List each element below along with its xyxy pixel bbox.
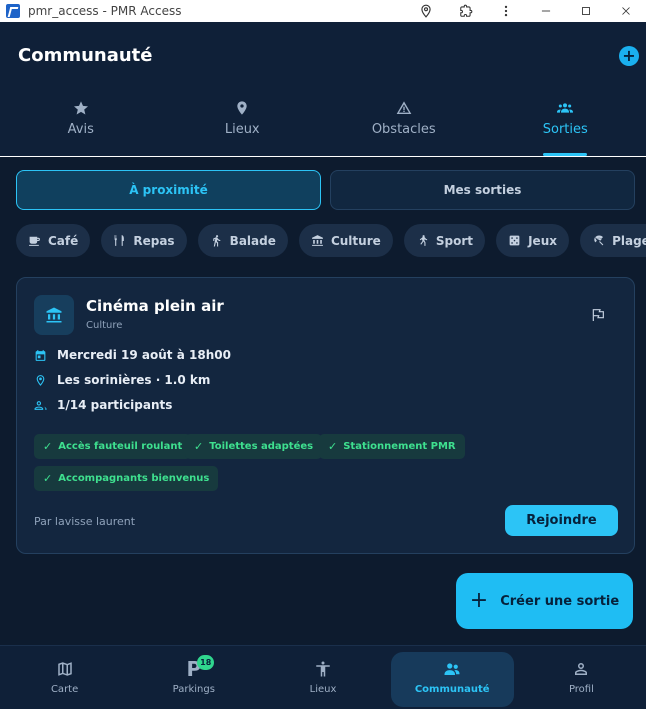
accessibility-icon bbox=[316, 661, 330, 677]
page-title: Communauté bbox=[18, 45, 153, 66]
accessibility-badge: ✓ Stationnement PMR bbox=[319, 434, 465, 459]
tab-lieux[interactable]: Lieux bbox=[162, 94, 324, 156]
outing-category-badge bbox=[34, 295, 74, 335]
chip-culture[interactable]: Culture bbox=[298, 224, 393, 257]
window-titlebar: pmr_access - PMR Access bbox=[0, 0, 646, 22]
museum-icon bbox=[46, 307, 62, 323]
person-icon bbox=[575, 663, 588, 675]
parking-count-badge: 18 bbox=[197, 655, 215, 670]
accessibility-badge: ✓ Accès fauteuil roulant bbox=[34, 434, 192, 459]
close-icon[interactable] bbox=[606, 0, 646, 22]
bottom-navigation: Carte P 18 Parkings Lieux Communauté Pro… bbox=[0, 645, 646, 709]
group-icon bbox=[444, 663, 460, 675]
tab-avis[interactable]: Avis bbox=[0, 94, 162, 156]
app-header: Communauté + Avis Lieux Obstacles Sortie… bbox=[0, 22, 646, 157]
check-icon: ✓ bbox=[194, 440, 204, 453]
extension-icon[interactable] bbox=[446, 0, 486, 22]
beach-icon bbox=[594, 235, 604, 246]
nav-parkings[interactable]: P 18 Parkings bbox=[129, 646, 258, 709]
chip-cafe[interactable]: Café bbox=[16, 224, 91, 257]
nav-profil[interactable]: Profil bbox=[517, 646, 646, 709]
people-icon bbox=[34, 400, 47, 410]
chip-plage[interactable]: Plage bbox=[580, 224, 646, 257]
plus-icon: + bbox=[469, 588, 489, 613]
dice-icon bbox=[509, 235, 520, 246]
sport-icon bbox=[419, 235, 427, 246]
report-flag-icon[interactable] bbox=[590, 307, 606, 323]
chip-balade[interactable]: Balade bbox=[197, 224, 288, 257]
chip-jeux[interactable]: Jeux bbox=[496, 224, 569, 257]
accessibility-badge: ✓ Toilettes adaptées bbox=[185, 434, 323, 459]
more-vertical-icon[interactable] bbox=[486, 0, 526, 22]
outing-participants-row: 1/14 participants bbox=[34, 396, 172, 414]
nav-carte[interactable]: Carte bbox=[0, 646, 129, 709]
tab-obstacles[interactable]: Obstacles bbox=[323, 94, 485, 156]
outing-date-row: Mercredi 19 août à 18h00 bbox=[34, 346, 231, 364]
nav-lieux[interactable]: Lieux bbox=[258, 646, 387, 709]
outing-category: Culture bbox=[86, 320, 123, 331]
header-divider bbox=[0, 156, 646, 157]
window-title: pmr_access - PMR Access bbox=[28, 4, 182, 18]
check-icon: ✓ bbox=[328, 440, 338, 453]
restaurant-icon bbox=[114, 235, 125, 246]
museum-icon bbox=[312, 235, 323, 246]
outing-card[interactable]: Cinéma plein air Culture Mercredi 19 aoû… bbox=[16, 277, 635, 554]
check-icon: ✓ bbox=[43, 472, 53, 485]
check-icon: ✓ bbox=[43, 440, 53, 453]
calendar-icon bbox=[35, 349, 46, 361]
map-pin-icon bbox=[237, 101, 247, 115]
group-icon bbox=[557, 103, 574, 113]
star-icon bbox=[73, 101, 88, 115]
location-icon[interactable] bbox=[406, 0, 446, 22]
nav-communaute[interactable]: Communauté bbox=[388, 646, 517, 709]
tab-sorties[interactable]: Sorties bbox=[485, 94, 646, 156]
walk-icon bbox=[212, 235, 220, 247]
map-icon bbox=[57, 662, 72, 676]
maximize-icon[interactable] bbox=[566, 0, 606, 22]
flutter-app-icon bbox=[6, 4, 20, 18]
outing-location: Les sorinières · 1.0 km bbox=[57, 373, 211, 387]
minimize-icon[interactable] bbox=[526, 0, 566, 22]
chip-sport[interactable]: Sport bbox=[403, 224, 485, 257]
segment-my-outings[interactable]: Mes sorties bbox=[330, 170, 635, 210]
accessibility-badge: ✓ Accompagnants bienvenus bbox=[34, 466, 219, 491]
segment-nearby[interactable]: À proximité bbox=[16, 170, 321, 210]
outing-participants: 1/14 participants bbox=[57, 398, 173, 412]
add-button[interactable]: + bbox=[619, 46, 639, 66]
plus-icon: + bbox=[622, 46, 636, 65]
outing-author: Par lavisse laurent bbox=[34, 515, 136, 528]
outing-title: Cinéma plein air bbox=[86, 297, 224, 315]
join-button[interactable]: Rejoindre bbox=[505, 505, 618, 536]
location-pin-icon bbox=[36, 374, 45, 386]
create-outing-button[interactable]: + Créer une sortie bbox=[456, 573, 633, 629]
outing-location-row: Les sorinières · 1.0 km bbox=[34, 371, 210, 389]
outing-date: Mercredi 19 août à 18h00 bbox=[57, 348, 231, 362]
category-chips: Café Repas Balade Culture Sport Jeux Pla… bbox=[16, 224, 646, 258]
community-tabs: Avis Lieux Obstacles Sorties bbox=[0, 94, 646, 156]
chip-repas[interactable]: Repas bbox=[101, 224, 187, 257]
warning-icon bbox=[396, 101, 412, 114]
coffee-icon bbox=[29, 236, 40, 246]
